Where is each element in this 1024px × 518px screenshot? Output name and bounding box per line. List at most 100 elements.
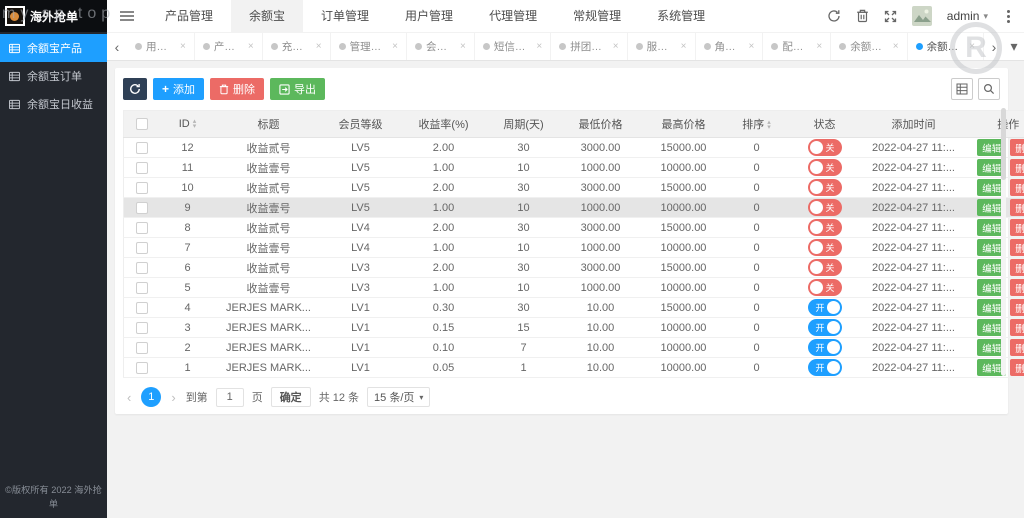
more-vertical-icon[interactable]: [1003, 9, 1014, 23]
tab-close-icon[interactable]: ×: [969, 41, 975, 52]
nav-item-1[interactable]: 余额宝: [231, 0, 304, 32]
tab-close-icon[interactable]: ×: [460, 41, 466, 52]
tab-10[interactable]: 余额宝订单 ×: [831, 33, 908, 60]
row-delete-button[interactable]: 删除: [1010, 179, 1024, 196]
tab-3[interactable]: 管理员管理×: [331, 33, 407, 60]
nav-item-2[interactable]: 订单管理: [303, 0, 387, 32]
nav-item-5[interactable]: 常规管理: [555, 0, 639, 32]
sidebar-item-1[interactable]: 余额宝订单: [0, 62, 107, 90]
user-avatar[interactable]: [911, 6, 932, 26]
row-checkbox[interactable]: [135, 261, 148, 274]
tab-5[interactable]: 短信验证码×: [475, 33, 552, 60]
goto-confirm-button[interactable]: 确定: [270, 387, 311, 407]
row-delete-button[interactable]: 删除: [1010, 279, 1024, 296]
status-toggle[interactable]: 关: [807, 259, 842, 276]
cell-min_price: 1000.00: [559, 237, 642, 258]
tab-2[interactable]: 充值订单 ×: [263, 33, 331, 60]
status-toggle[interactable]: 关: [807, 219, 842, 236]
row-delete-button[interactable]: 删除: [1010, 259, 1024, 276]
row-checkbox[interactable]: [135, 181, 148, 194]
add-button[interactable]: + 添加: [153, 78, 205, 100]
row-delete-button[interactable]: 删除: [1010, 199, 1024, 216]
tab-8[interactable]: 角色管理 ×: [696, 33, 764, 60]
row-delete-button[interactable]: 删除: [1010, 159, 1024, 176]
row-delete-button[interactable]: 删除: [1010, 139, 1024, 156]
select-all-checkbox[interactable]: [135, 118, 148, 131]
per-page-select[interactable]: 15 条/页 ▾: [367, 387, 431, 407]
row-checkbox[interactable]: [135, 221, 148, 234]
tab-close-icon[interactable]: ×: [893, 41, 899, 52]
tab-6[interactable]: 拼团机器人 ×: [551, 33, 628, 60]
row-delete-button[interactable]: 删除: [1010, 299, 1024, 316]
next-page-icon[interactable]: ›: [169, 390, 177, 405]
row-checkbox[interactable]: [135, 201, 148, 214]
tab-close-icon[interactable]: ×: [613, 41, 619, 52]
tab-close-icon[interactable]: ×: [749, 41, 755, 52]
tab-7[interactable]: 服务列表 ×: [628, 33, 696, 60]
prev-page-icon[interactable]: ‹: [125, 390, 133, 405]
nav-item-3[interactable]: 用户管理: [387, 0, 471, 32]
nav-item-6[interactable]: 系统管理: [639, 0, 723, 32]
status-toggle[interactable]: 开: [807, 299, 842, 316]
row-checkbox[interactable]: [135, 361, 148, 374]
page-number-button[interactable]: 1: [141, 387, 162, 407]
tab-dropdown-icon[interactable]: ▾: [1004, 33, 1024, 60]
cell-actions: 编辑删除: [965, 277, 1024, 298]
sidebar-item-0[interactable]: 余额宝产品: [0, 34, 107, 62]
sort-icon[interactable]: ▴ ▾: [767, 119, 771, 131]
status-toggle[interactable]: 关: [807, 199, 842, 216]
row-checkbox[interactable]: [135, 141, 148, 154]
sidebar-item-2[interactable]: 余额宝日收益: [0, 90, 107, 118]
sort-icon[interactable]: ▴ ▾: [193, 118, 197, 130]
status-toggle[interactable]: 关: [807, 159, 842, 176]
scrollbar-thumb[interactable]: [1001, 108, 1006, 180]
row-checkbox[interactable]: [135, 161, 148, 174]
menu-collapse-icon[interactable]: [107, 10, 147, 22]
tab-scroll-right-icon[interactable]: ›: [984, 33, 1004, 60]
tab-scroll-left-icon[interactable]: ‹: [107, 33, 127, 60]
status-toggle[interactable]: 关: [807, 179, 842, 196]
tab-close-icon[interactable]: ×: [392, 41, 398, 52]
tab-9[interactable]: 配置管理 ×: [763, 33, 832, 60]
export-button[interactable]: 导出: [270, 78, 326, 100]
tab-4[interactable]: 会员等级 ×: [407, 33, 475, 60]
clear-cache-trash-icon[interactable]: [856, 9, 869, 23]
cell-level: LV3: [321, 257, 400, 278]
status-toggle[interactable]: 开: [807, 319, 842, 336]
row-delete-button[interactable]: 删除: [1010, 339, 1024, 356]
tab-0[interactable]: 用户列表 ×: [127, 33, 195, 60]
refresh-icon[interactable]: [827, 9, 841, 23]
status-toggle[interactable]: 开: [807, 359, 842, 376]
status-toggle[interactable]: 开: [807, 339, 842, 356]
row-checkbox[interactable]: [135, 341, 148, 354]
row-checkbox[interactable]: [135, 301, 148, 314]
status-toggle[interactable]: 关: [807, 139, 842, 156]
tab-close-icon[interactable]: ×: [180, 41, 186, 52]
delete-button[interactable]: 删除: [210, 78, 265, 100]
row-delete-button[interactable]: 删除: [1010, 319, 1024, 336]
tab-1[interactable]: 产品订单 ×: [195, 33, 263, 60]
goto-page-input[interactable]: [215, 387, 244, 407]
table-scrollbar[interactable]: [1001, 108, 1006, 376]
search-icon[interactable]: [978, 78, 1000, 100]
tab-close-icon[interactable]: ×: [316, 41, 322, 52]
status-toggle[interactable]: 关: [807, 239, 842, 256]
columns-toggle-icon[interactable]: [951, 78, 973, 100]
user-menu[interactable]: admin ▾: [947, 9, 988, 23]
nav-item-0[interactable]: 产品管理: [147, 0, 231, 32]
row-delete-button[interactable]: 删除: [1010, 359, 1024, 376]
fullscreen-icon[interactable]: [884, 10, 897, 23]
tab-close-icon[interactable]: ×: [681, 41, 687, 52]
row-checkbox[interactable]: [135, 281, 148, 294]
tab-close-icon[interactable]: ×: [536, 41, 542, 52]
tab-close-icon[interactable]: ×: [248, 41, 254, 52]
row-checkbox[interactable]: [135, 241, 148, 254]
row-delete-button[interactable]: 删除: [1010, 219, 1024, 236]
tab-close-icon[interactable]: ×: [816, 41, 822, 52]
status-toggle[interactable]: 关: [807, 279, 842, 296]
nav-item-4[interactable]: 代理管理: [471, 0, 555, 32]
row-delete-button[interactable]: 删除: [1010, 239, 1024, 256]
tab-11[interactable]: 余额宝产品×: [908, 33, 984, 60]
row-checkbox[interactable]: [135, 321, 148, 334]
refresh-table-button[interactable]: [123, 78, 147, 100]
